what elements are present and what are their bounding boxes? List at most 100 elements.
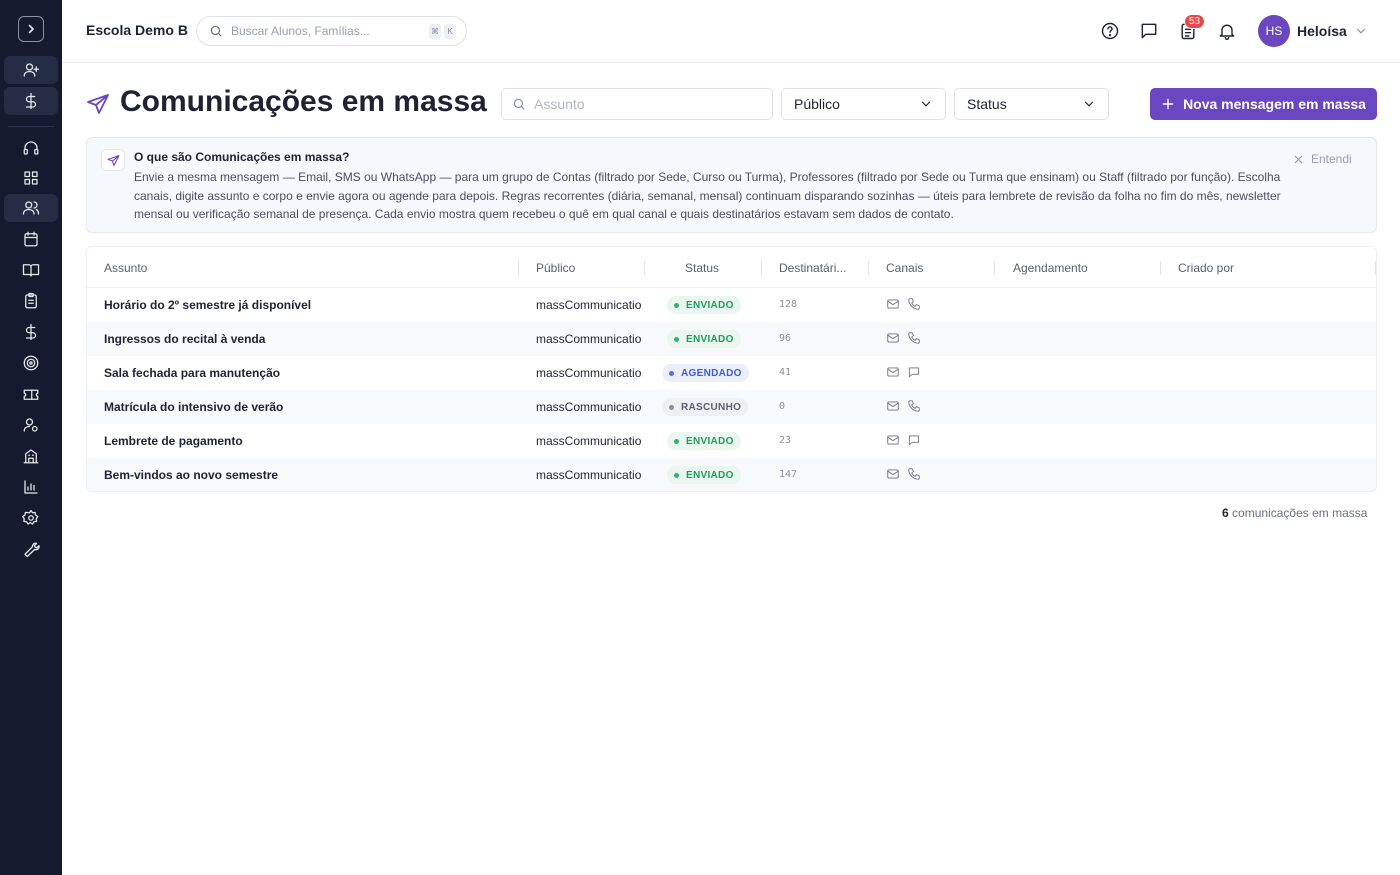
status-label: ENVIADO: [686, 435, 734, 447]
row-audience: massCommunicatio: [536, 298, 642, 312]
sidebar-item-locations[interactable]: [4, 442, 58, 470]
table-row[interactable]: Sala fechada para manutenção massCommuni…: [87, 356, 1376, 390]
table-row[interactable]: Ingressos do recital à venda massCommuni…: [87, 322, 1376, 356]
dollar-icon: [25, 323, 37, 341]
table-row[interactable]: Bem-vindos ao novo semestre massCommunic…: [87, 458, 1376, 491]
sidebar-item-tickets[interactable]: [4, 380, 58, 408]
target-icon: [23, 355, 39, 371]
sidebar-item-tools[interactable]: [4, 535, 58, 563]
phone-icon: [908, 298, 920, 310]
status-badge: ENVIADO: [667, 330, 741, 348]
status-badge: RASCUNHO: [662, 398, 749, 416]
row-channels: [886, 297, 921, 311]
status-label: ENVIADO: [686, 469, 734, 481]
column-header-schedule[interactable]: Agendamento: [1013, 261, 1088, 275]
email-icon: [887, 299, 899, 309]
users-icon: [22, 201, 40, 215]
column-header-recipients[interactable]: Destinatári...: [779, 261, 846, 275]
sidebar-item-dashboard[interactable]: [4, 164, 58, 192]
chevron-down-icon[interactable]: [1354, 24, 1368, 38]
sidebar-item-finance[interactable]: [4, 318, 58, 346]
user-plus-icon: [23, 63, 40, 77]
global-search-placeholder: Buscar Alunos, Famílias...: [231, 24, 370, 38]
global-search-input[interactable]: Buscar Alunos, Famílias... ⌘ K: [196, 16, 467, 46]
column-divider[interactable]: [1375, 261, 1376, 275]
audience-filter-select[interactable]: Público: [781, 88, 946, 120]
email-icon: [887, 435, 899, 445]
subject-search-input[interactable]: Assunto: [501, 88, 773, 120]
dismiss-info-label: Entendi: [1311, 152, 1352, 166]
row-recipients: 128: [779, 299, 798, 310]
sidebar-item-courses[interactable]: [4, 256, 58, 284]
notifications-button[interactable]: [1217, 21, 1237, 41]
column-header-audience[interactable]: Público: [536, 261, 575, 275]
status-filter-select[interactable]: Status: [954, 88, 1109, 120]
row-audience: massCommunicatio: [536, 434, 642, 448]
kbd-cmd: ⌘: [429, 23, 441, 39]
row-subject: Matrícula do intensivo de verão: [104, 400, 284, 414]
phone-icon: [908, 468, 920, 480]
building-icon: [23, 449, 39, 464]
mass-communications-table: Assunto Público Status Destinatári... Ca…: [86, 246, 1377, 492]
close-icon: [1294, 154, 1303, 164]
column-header-channels[interactable]: Canais: [886, 261, 923, 275]
column-divider[interactable]: [1160, 261, 1161, 275]
phone-icon: [908, 332, 920, 344]
ticket-icon: [23, 389, 39, 400]
sidebar-item-billing[interactable]: [4, 87, 58, 115]
chat-icon: [908, 367, 920, 378]
sidebar-item-goals[interactable]: [4, 349, 58, 377]
dismiss-info-button[interactable]: Entendi: [1294, 152, 1352, 166]
sidebar-item-staff[interactable]: [4, 411, 58, 439]
sidebar-item-reports[interactable]: [4, 473, 58, 501]
sidebar-divider: [8, 126, 54, 127]
sidebar-item-attendance[interactable]: [4, 287, 58, 315]
row-subject: Bem-vindos ao novo semestre: [104, 468, 279, 482]
results-count: 6 comunicações em massa: [1222, 506, 1367, 520]
message-square-icon: [1141, 23, 1157, 39]
help-button[interactable]: [1100, 21, 1120, 41]
table-row[interactable]: Matrícula do intensivo de verão massComm…: [87, 390, 1376, 424]
headset-icon: [23, 141, 39, 155]
status-dot: [674, 472, 679, 478]
column-divider[interactable]: [994, 261, 995, 275]
new-mass-message-button[interactable]: Nova mensagem em massa: [1150, 88, 1377, 120]
avatar[interactable]: HS: [1258, 15, 1290, 47]
page-title: Comunicações em massa: [120, 85, 487, 118]
column-divider[interactable]: [518, 261, 519, 275]
column-divider[interactable]: [868, 261, 869, 275]
info-title: O que são Comunicações em massa?: [134, 150, 350, 164]
messages-button[interactable]: [1139, 21, 1159, 41]
column-divider[interactable]: [761, 261, 762, 275]
row-audience: massCommunicatio: [536, 468, 642, 482]
sidebar-item-support[interactable]: [4, 134, 58, 162]
table-header: Assunto Público Status Destinatári... Ca…: [87, 247, 1376, 288]
column-header-status[interactable]: Status: [685, 261, 719, 275]
row-channels: [886, 365, 921, 379]
column-header-created-by[interactable]: Criado por: [1178, 261, 1234, 275]
send-icon: [87, 94, 109, 114]
results-count-number: 6: [1222, 506, 1229, 520]
column-header-subject[interactable]: Assunto: [104, 261, 147, 275]
table-row[interactable]: Lembrete de pagamento massCommunicatio E…: [87, 424, 1376, 458]
sidebar-item-calendar[interactable]: [4, 225, 58, 253]
sidebar-item-add-user[interactable]: [4, 56, 58, 84]
audience-filter-label: Público: [794, 96, 840, 112]
send-icon: [107, 154, 119, 166]
grid-icon: [24, 171, 38, 185]
phone-icon: [908, 400, 920, 412]
status-dot: [669, 370, 674, 376]
status-badge: ENVIADO: [667, 296, 741, 314]
email-icon: [887, 469, 899, 479]
search-icon: [210, 25, 222, 37]
sidebar-item-settings[interactable]: [4, 504, 58, 532]
user-name[interactable]: Heloísa: [1297, 23, 1347, 39]
sidebar-expand-button[interactable]: [18, 16, 44, 42]
user-cog-icon: [23, 418, 38, 432]
bell-icon: [1219, 24, 1235, 40]
row-recipients: 0: [779, 401, 786, 412]
row-audience: massCommunicatio: [536, 366, 642, 380]
column-divider[interactable]: [644, 261, 645, 275]
sidebar-item-people[interactable]: [4, 194, 58, 222]
table-row[interactable]: Horário do 2º semestre já disponível mas…: [87, 288, 1376, 322]
